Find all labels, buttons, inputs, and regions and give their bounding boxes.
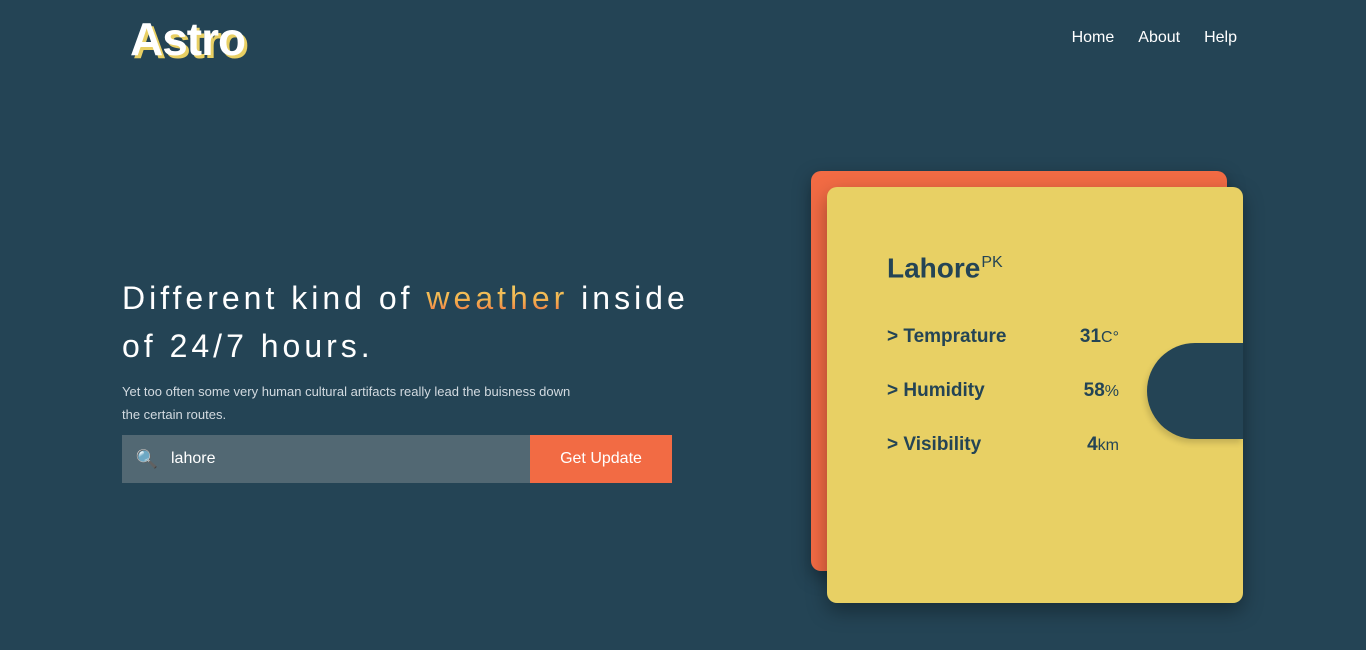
- country-code: PK: [981, 254, 1003, 271]
- get-update-button[interactable]: Get Update: [530, 435, 672, 483]
- headline-prefix: Different kind of: [122, 280, 414, 316]
- metric-row-humidity: > Humidity 58%: [887, 380, 1119, 406]
- metric-row-visibility: > Visibility 4km: [887, 434, 1119, 460]
- main-nav: Home About Help: [1072, 28, 1237, 48]
- nav-about-link[interactable]: About: [1138, 28, 1180, 48]
- search-icon: 🔍: [135, 448, 159, 469]
- hero-description: Yet too often some very human cultural a…: [122, 384, 571, 422]
- humidity-reading: 58%: [1084, 380, 1119, 402]
- temperature-value: 31: [1079, 326, 1102, 347]
- hero-headline: Different kind of weather inside of 24/7…: [122, 274, 722, 370]
- hero-section: Different kind of weather inside of 24/7…: [122, 274, 722, 426]
- nav-home-link[interactable]: Home: [1072, 28, 1115, 48]
- city-name: Lahore: [887, 252, 981, 284]
- search-box[interactable]: 🔍: [122, 435, 530, 483]
- headline-accent: weather: [426, 280, 569, 316]
- visibility-reading: 4km: [1087, 434, 1119, 456]
- metric-row-temperature: > Temprature 31C°: [887, 326, 1119, 352]
- nav-help-link[interactable]: Help: [1204, 28, 1237, 48]
- visibility-value: 4: [1087, 434, 1098, 455]
- visibility-label: > Visibility: [887, 434, 982, 455]
- card-decoration-tab: [1147, 343, 1243, 439]
- temperature-label: > Temprature: [887, 326, 1007, 347]
- humidity-value: 58: [1083, 380, 1105, 401]
- search-form: 🔍 Get Update: [122, 435, 672, 483]
- visibility-unit: km: [1097, 437, 1119, 454]
- humidity-unit: %: [1104, 383, 1119, 400]
- temperature-reading: 31C°: [1080, 326, 1119, 348]
- city-title: LahorePK: [887, 244, 1003, 287]
- weather-card: LahorePK > Temprature 31C° > Humidity 58…: [827, 187, 1243, 603]
- search-input[interactable]: [171, 435, 530, 483]
- temperature-unit: C°: [1101, 329, 1119, 346]
- brand-logo[interactable]: Astro: [130, 12, 246, 66]
- humidity-label: > Humidity: [887, 380, 985, 401]
